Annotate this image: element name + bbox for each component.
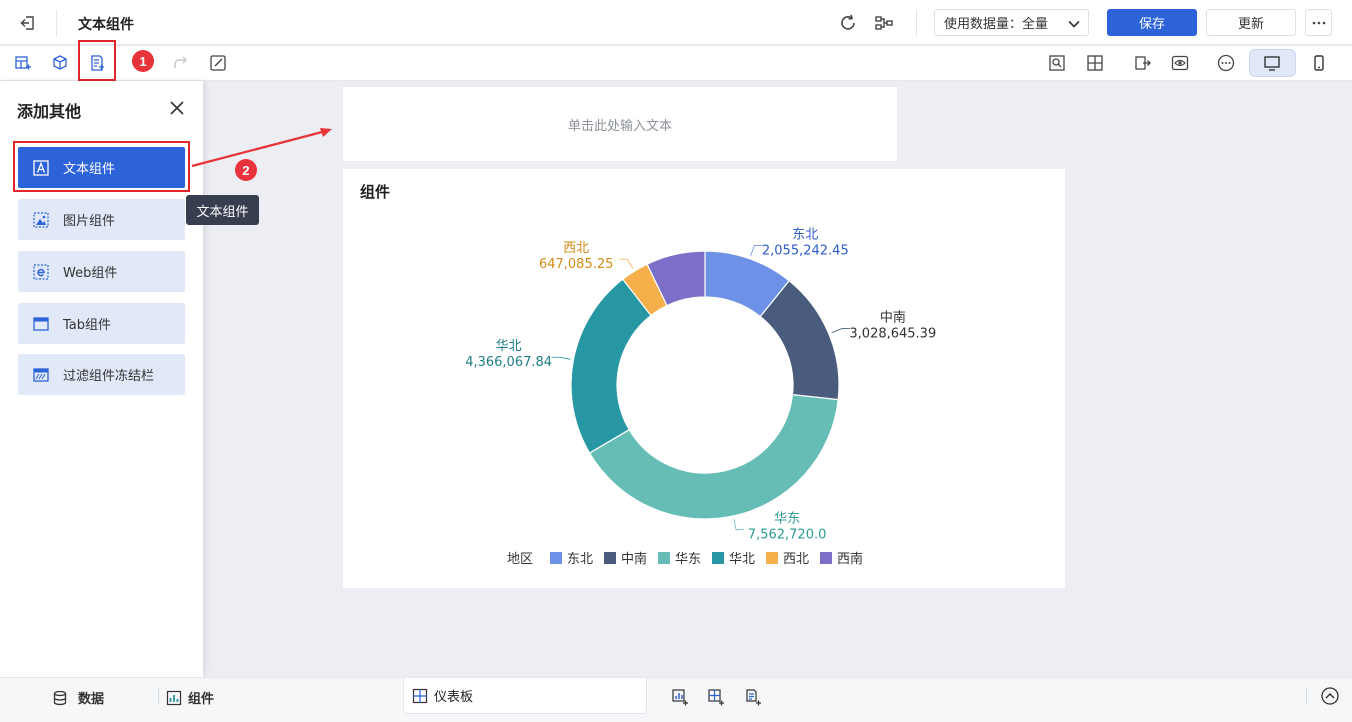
legend-label[interactable]: 中南 xyxy=(621,551,647,567)
slice-label-value: 7,562,720.0 xyxy=(748,528,827,543)
slice-label-value: 3,028,645.39 xyxy=(849,327,936,342)
filter-freeze-icon xyxy=(33,367,49,383)
donut-chart: 东北2,055,242.45中南3,028,645.39华东7,562,720.… xyxy=(465,227,936,567)
tab-component-label: Tab组件 xyxy=(63,318,112,333)
legend-title: 地区 xyxy=(507,552,533,567)
legend-swatch[interactable] xyxy=(820,552,832,564)
slice-label-value: 2,055,242.45 xyxy=(762,243,849,258)
desktop-view-icon[interactable] xyxy=(1260,51,1284,75)
image-component-label: 图片组件 xyxy=(63,214,116,229)
label-leader-line xyxy=(619,258,634,269)
add-dashboard-page-icon[interactable] xyxy=(706,687,726,707)
web-component-item[interactable]: Web组件 xyxy=(18,251,185,292)
panel-title: 添加其他 xyxy=(17,102,82,121)
divider xyxy=(916,10,917,36)
text-component-card[interactable]: 单击此处输入文本 xyxy=(343,87,897,161)
add-chart-icon[interactable] xyxy=(11,51,35,75)
preview-search-icon[interactable] xyxy=(1045,51,1069,75)
header-bar: 文本组件 使用数据量：全量 保存 更新 xyxy=(0,0,1352,45)
legend-swatch[interactable] xyxy=(766,552,778,564)
highlight-box xyxy=(78,40,116,81)
close-icon[interactable] xyxy=(168,99,186,117)
more-icon[interactable] xyxy=(1305,9,1332,36)
legend-label[interactable]: 西南 xyxy=(837,551,863,567)
dashboard-tab-label: 仪表板 xyxy=(434,690,474,705)
export-icon[interactable] xyxy=(1131,51,1155,75)
step-badge-1: 1 xyxy=(132,50,154,72)
label-leader-line xyxy=(831,328,850,334)
filter-freeze-item[interactable]: 过滤组件冻结栏 xyxy=(18,354,185,395)
text-placeholder: 单击此处输入文本 xyxy=(567,118,672,134)
bottom-bar: 数据 组件 仪表板 xyxy=(0,677,1352,722)
toolbar xyxy=(0,46,1352,81)
tooltip: 文本组件 xyxy=(186,195,259,225)
legend-swatch[interactable] xyxy=(604,552,616,564)
save-button[interactable]: 保存 xyxy=(1107,9,1197,36)
slice-label-name: 华东 xyxy=(774,512,800,527)
data-usage-select[interactable]: 使用数据量：全量 xyxy=(934,9,1089,36)
mobile-view-icon[interactable] xyxy=(1307,51,1331,75)
image-component-item[interactable]: 图片组件 xyxy=(18,199,185,240)
redo-icon[interactable] xyxy=(168,51,192,75)
image-component-icon xyxy=(33,211,49,228)
slice-label-value: 647,085.25 xyxy=(539,257,613,272)
data-tab-label: 数据 xyxy=(78,692,105,707)
chevron-down-icon xyxy=(1066,16,1082,32)
exit-icon[interactable] xyxy=(16,11,40,35)
legend-swatch[interactable] xyxy=(658,552,670,564)
lineage-icon[interactable] xyxy=(872,11,896,35)
divider xyxy=(158,688,159,704)
data-tab[interactable]: 数据 xyxy=(52,688,104,707)
slice-label-name: 西北 xyxy=(563,241,589,256)
add-report-page-icon[interactable] xyxy=(743,687,763,707)
legend-swatch[interactable] xyxy=(712,552,724,564)
data-usage-label: 使用数据量：全量 xyxy=(944,17,1049,32)
refresh-icon[interactable] xyxy=(836,11,860,35)
arrow-annotation xyxy=(191,128,332,168)
dashboard-icon xyxy=(412,688,428,704)
preview-eye-icon[interactable] xyxy=(1168,51,1192,75)
chart-icon xyxy=(166,690,182,706)
slice-label-name: 中南 xyxy=(880,310,906,326)
label-leader-line xyxy=(733,518,745,531)
component-tab[interactable]: 组件 xyxy=(166,688,214,707)
slice-label-name: 东北 xyxy=(792,227,818,242)
label-leader-line xyxy=(551,356,571,360)
add-component-icon[interactable] xyxy=(48,51,72,75)
donut-slice[interactable] xyxy=(588,393,839,520)
layout-grid-icon[interactable] xyxy=(1083,51,1107,75)
filter-freeze-label: 过滤组件冻结栏 xyxy=(63,369,155,384)
slice-label-value: 4,366,067.84 xyxy=(465,355,552,370)
dashboard-tab[interactable]: 仪表板 xyxy=(403,678,647,714)
highlight-box xyxy=(13,141,190,192)
add-chart-page-icon[interactable] xyxy=(670,687,690,707)
web-component-icon xyxy=(33,263,49,280)
update-button[interactable]: 更新 xyxy=(1206,9,1296,36)
component-tab-label: 组件 xyxy=(188,692,215,707)
label-leader-line xyxy=(750,245,763,256)
legend-label[interactable]: 西北 xyxy=(783,552,809,567)
chart-card[interactable]: 组件 东北 2,055,242.45 中南 3,028,645.39 华东 7,562,7… xyxy=(343,169,1065,588)
divider xyxy=(1306,688,1307,704)
legend-label[interactable]: 华北 xyxy=(729,552,755,567)
legend-label[interactable]: 东北 xyxy=(567,552,593,567)
donut-slice[interactable] xyxy=(570,278,652,454)
web-component-label: Web组件 xyxy=(63,266,118,281)
more-options-icon[interactable] xyxy=(1214,51,1238,75)
legend-label[interactable]: 华东 xyxy=(675,552,701,567)
slice-label-name: 华北 xyxy=(496,339,522,354)
database-icon xyxy=(52,690,68,706)
page-title: 文本组件 xyxy=(78,17,134,33)
tab-component-item[interactable]: Tab组件 xyxy=(18,303,185,344)
legend-swatch[interactable] xyxy=(550,552,562,564)
collapse-up-icon[interactable] xyxy=(1320,686,1340,706)
edit-icon[interactable] xyxy=(206,51,230,75)
tab-component-icon xyxy=(33,316,49,332)
divider xyxy=(56,10,57,36)
